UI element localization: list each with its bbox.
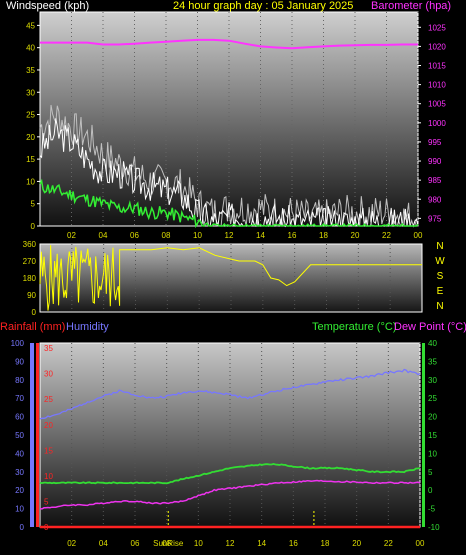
weather-graph-page: Windspeed (kph) 24 hour graph day : 05 J…: [0, 0, 466, 555]
barometer-y-tick-label: 1015: [428, 62, 446, 71]
sunrise-label: SunRise: [153, 539, 184, 548]
barometer-y-tick-label: 985: [428, 176, 442, 185]
temp-x-tick-label: 06: [131, 539, 140, 548]
barometer-y-tick-label: 995: [428, 138, 442, 147]
temp-x-tick-label: 10: [194, 539, 203, 548]
wind-y-tick-label: 35: [26, 66, 35, 75]
temperature-y-tick-label: 10: [428, 449, 437, 458]
wind-y-tick-label: 0: [31, 222, 36, 231]
wind-x-tick-label: 18: [319, 231, 328, 240]
wind-y-tick-label: 15: [26, 155, 35, 164]
temperature-y-tick-label: 35: [428, 357, 437, 366]
temperature-y-tick-label: 15: [428, 431, 437, 440]
temperature-y-tick-label: 25: [428, 394, 437, 403]
temp-x-tick-label: 18: [321, 539, 330, 548]
wind-y-tick-label: 10: [26, 177, 35, 186]
wind-y-tick-label: 20: [26, 133, 35, 142]
rain-y-tick-label: 25: [44, 395, 53, 404]
direction-y-tick-label: 360: [23, 240, 37, 249]
temperature-y-tick-label: 0: [428, 486, 433, 495]
humidity-y-tick-label: 20: [15, 486, 24, 495]
compass-label-4: N: [436, 301, 443, 312]
humidity-y-tick-label: 70: [15, 394, 24, 403]
humidity-y-tick-label: 0: [20, 523, 25, 532]
wind-y-tick-label: 25: [26, 111, 35, 120]
temp-x-tick-label: 12: [226, 539, 235, 548]
temp-x-tick-label: 14: [257, 539, 266, 548]
humidity-y-tick-label: 30: [15, 468, 24, 477]
wind-y-tick-label: 40: [26, 44, 35, 53]
rain-y-tick-label: 20: [44, 421, 53, 430]
wind-x-tick-label: 04: [99, 231, 108, 240]
humidity-y-tick-label: 40: [15, 449, 24, 458]
rain-y-tick-label: 30: [44, 370, 53, 379]
humidity-y-tick-label: 50: [15, 431, 24, 440]
weather-charts: 02 04 06 08 10 12 14 16 18 20 22 000510152025303540…: [11, 11, 446, 548]
barometer-y-tick-label: 1010: [428, 81, 446, 90]
wind-y-tick-label: 5: [31, 200, 36, 209]
compass-label-3: E: [437, 286, 444, 297]
temperature-y-tick-label: 40: [428, 339, 437, 348]
wind-x-tick-label: 12: [225, 231, 234, 240]
humidity-y-tick-label: 100: [11, 339, 25, 348]
direction-y-tick-label: 180: [23, 274, 37, 283]
rain-y-tick-label: 5: [44, 497, 49, 506]
humidity-y-tick-label: 80: [15, 376, 24, 385]
temperature-y-tick-label: 5: [428, 468, 433, 477]
temp-x-tick-label: 04: [99, 539, 108, 548]
wind-x-tick-label: 22: [382, 231, 391, 240]
direction-y-tick-label: 90: [27, 291, 36, 300]
compass-label-1: W: [435, 256, 445, 267]
wind-x-tick-label: 20: [351, 231, 360, 240]
barometer-y-tick-label: 1000: [428, 119, 446, 128]
barometer-y-tick-label: 990: [428, 157, 442, 166]
compass-label-2: S: [437, 271, 444, 282]
temperature-y-tick-label: -10: [428, 523, 440, 532]
barometer-y-tick-label: 1020: [428, 42, 446, 51]
wind-x-tick-label: 06: [130, 231, 139, 240]
rain-y-tick-label: 15: [44, 446, 53, 455]
wind-x-tick-label: 02: [67, 231, 76, 240]
humidity-y-tick-label: 10: [15, 505, 24, 514]
temperature-y-tick-label: 20: [428, 413, 437, 422]
temp-x-tick-label: 00: [416, 539, 425, 548]
wind-x-tick-label: 08: [162, 231, 171, 240]
wind-y-tick-label: 30: [26, 88, 35, 97]
wind-x-tick-label: 00: [414, 231, 423, 240]
wind-x-tick-label: 16: [288, 231, 297, 240]
wind-x-tick-label: 10: [193, 231, 202, 240]
temp-x-tick-label: 22: [384, 539, 393, 548]
direction-y-tick-label: 0: [32, 308, 37, 317]
humidity-axis-bar: [30, 343, 34, 527]
rain-y-tick-label: 35: [44, 344, 53, 353]
temp-x-tick-label: 16: [289, 539, 298, 548]
barometer-y-tick-label: 1005: [428, 100, 446, 109]
wind-x-tick-label: 14: [256, 231, 265, 240]
barometer-y-tick-label: 980: [428, 195, 442, 204]
rain-y-tick-label: 10: [44, 472, 53, 481]
humidity-y-tick-label: 90: [15, 357, 24, 366]
temperature-y-tick-label: 30: [428, 376, 437, 385]
temp-x-tick-label: 02: [67, 539, 76, 548]
barometer-y-tick-label: 975: [428, 214, 442, 223]
humidity-y-tick-label: 60: [15, 413, 24, 422]
compass-label-0: N: [436, 241, 443, 252]
temp-x-tick-label: 20: [352, 539, 361, 548]
direction-y-tick-label: 270: [23, 257, 37, 266]
temperature-axis-bar: [422, 343, 425, 527]
rain-axis-bar: [36, 343, 39, 527]
temperature-y-tick-label: -5: [428, 505, 436, 514]
barometer-y-tick-label: 1025: [428, 23, 446, 32]
wind-y-tick-label: 45: [26, 21, 35, 30]
